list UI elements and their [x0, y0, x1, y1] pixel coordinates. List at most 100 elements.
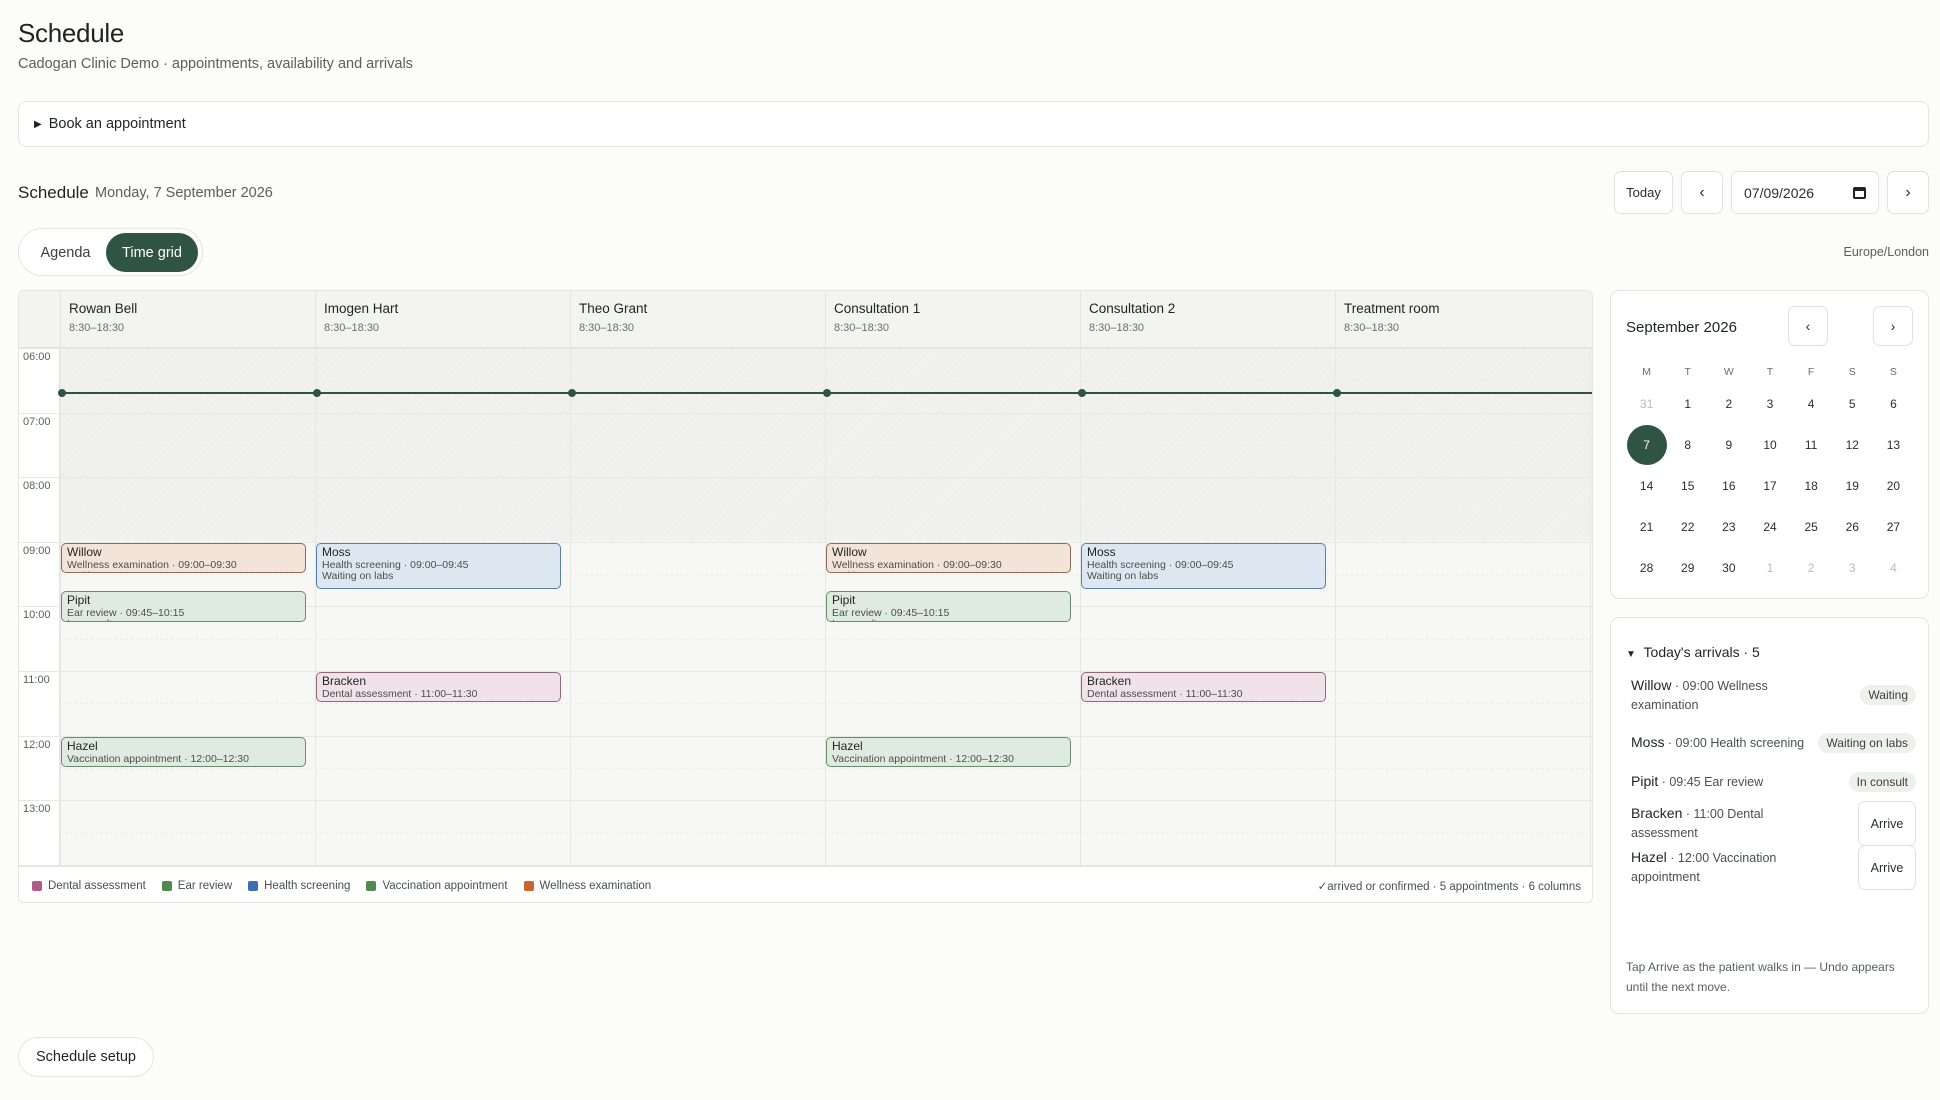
calendar-day[interactable]: 17	[1749, 465, 1790, 506]
time-label: 07:00	[23, 415, 51, 428]
half-hour-line	[60, 509, 1592, 511]
hour-line	[19, 800, 1592, 802]
appointment-detail: Dental assessment · 11:00–11:30	[322, 688, 478, 700]
calendar-day[interactable]: 9	[1708, 424, 1749, 465]
schedule-date-label: Monday, 7 September 2026	[95, 185, 273, 201]
calendar-day[interactable]: 1	[1667, 383, 1708, 424]
time-label: 09:00	[23, 544, 51, 557]
calendar-day[interactable]: 2	[1791, 547, 1832, 588]
calendar-day-number: 3	[1766, 396, 1774, 411]
next-day-button[interactable]: ›	[1887, 171, 1929, 214]
column-name: Treatment room	[1344, 301, 1440, 316]
arrive-button[interactable]: Arrive	[1858, 801, 1916, 846]
calendar-day[interactable]: 19	[1832, 465, 1873, 506]
schedule-setup-button[interactable]: Schedule setup	[18, 1037, 154, 1077]
legend-item: Vaccination appointment	[366, 880, 508, 892]
time-label: 06:00	[23, 351, 51, 363]
calendar-day[interactable]: 22	[1667, 506, 1708, 547]
calendar-day-number: 3	[1848, 560, 1856, 575]
calendar-day[interactable]: 29	[1667, 547, 1708, 588]
appointment-patient: Hazel	[832, 738, 863, 753]
appointment-block[interactable]: PipitEar review · 09:45–10:15In consult	[826, 591, 1071, 622]
calendar-day[interactable]: 26	[1832, 506, 1873, 547]
calendar-day-number: 25	[1804, 519, 1818, 534]
mini-calendar-prev-button[interactable]: ‹	[1788, 306, 1828, 346]
calendar-day-number: 19	[1845, 478, 1859, 493]
column-divider	[1080, 348, 1081, 866]
calendar-day[interactable]: 11	[1791, 424, 1832, 465]
arrivals-toggle[interactable]: ▼ Today's arrivals · 5	[1626, 644, 1760, 660]
time-grid-view-button[interactable]: Time grid	[106, 233, 198, 272]
appointment-block[interactable]: Bracken Dental assessment · 11:00–11:30	[316, 672, 561, 703]
calendar-day-number: 14	[1639, 478, 1654, 493]
calendar-day[interactable]: 5	[1832, 383, 1873, 424]
book-appointment-toggle[interactable]: ▶ Book an appointment	[18, 101, 1929, 147]
mini-calendar-next-button[interactable]: ›	[1873, 306, 1913, 346]
calendar-day[interactable]: 2	[1708, 383, 1749, 424]
calendar-day[interactable]: 4	[1873, 547, 1914, 588]
appointment-block[interactable]: Bracken Dental assessment · 11:00–11:30	[1081, 672, 1326, 703]
appointment-block[interactable]: Moss Health screening · 09:00–09:45 Waitin…	[1081, 542, 1326, 590]
chevron-left-icon: ‹	[1805, 318, 1811, 334]
calendar-day[interactable]: 20	[1873, 465, 1914, 506]
arrival-status-badge: In consult	[1848, 772, 1916, 792]
calendar-day[interactable]: 3	[1749, 383, 1790, 424]
agenda-view-button[interactable]: Agenda	[23, 233, 108, 272]
calendar-day[interactable]: 13	[1873, 424, 1914, 465]
legend-swatch	[161, 880, 172, 891]
appointment-block[interactable]: Willow Wellness examination · 09:00–09:30…	[61, 542, 306, 574]
calendar-day[interactable]: 4	[1791, 383, 1832, 424]
calendar-day[interactable]: 8	[1667, 424, 1708, 465]
calendar-day[interactable]: 3	[1832, 547, 1873, 588]
calendar-day-number: 9	[1725, 437, 1733, 452]
calendar-day-number: 1	[1766, 560, 1774, 575]
calendar-day-selected[interactable]: 7	[1626, 424, 1667, 465]
time-label: 10:00	[23, 609, 51, 622]
legend-label: Health screening	[264, 879, 351, 892]
calendar-day[interactable]: 1	[1749, 547, 1790, 588]
legend-swatch	[248, 880, 259, 891]
calendar-day[interactable]: 30	[1708, 547, 1749, 588]
legend-item: Ear review	[161, 880, 232, 892]
column-hours: 8:30–18:30	[1344, 322, 1400, 334]
calendar-day[interactable]: 18	[1791, 465, 1832, 506]
appointment-detail: Health screening · 09:00–09:45	[322, 558, 469, 571]
arrive-button[interactable]: Arrive	[1858, 845, 1916, 890]
calendar-day-number: 8	[1684, 437, 1692, 452]
calendar-day-number: 18	[1804, 478, 1818, 493]
arrival-row: Willow · 09:00 Wellness examination Waiti…	[1631, 676, 1916, 712]
calendar-day[interactable]: 21	[1626, 506, 1667, 547]
calendar-day[interactable]: 24	[1749, 506, 1790, 547]
appointment-block[interactable]: PipitEar review · 09:45–10:15In consult	[61, 591, 306, 622]
appointment-block[interactable]: Hazel Vaccination appointment · 12:00–12:…	[826, 736, 1071, 767]
date-input[interactable]: 07/09/2026	[1731, 171, 1879, 214]
arrival-patient: Willow	[1631, 676, 1672, 693]
calendar-day[interactable]: 27	[1873, 506, 1914, 547]
column-name: Imogen Hart	[324, 301, 399, 316]
calendar-day[interactable]: 6	[1873, 383, 1914, 424]
calendar-day[interactable]: 31	[1626, 383, 1667, 424]
calendar-day-number: 2	[1725, 396, 1733, 411]
legend-summary: ✓arrived or confirmed · 5 appointments ·…	[1317, 880, 1581, 893]
calendar-day[interactable]: 10	[1749, 424, 1790, 465]
calendar-day-number: 16	[1722, 478, 1736, 493]
appointment-block[interactable]: Willow Wellness examination · 09:00–09:30…	[826, 542, 1071, 574]
calendar-day[interactable]: 15	[1667, 465, 1708, 506]
appointment-block[interactable]: Moss Health screening · 09:00–09:45 Waitin…	[316, 542, 561, 590]
calendar-day[interactable]: 23	[1708, 506, 1749, 547]
calendar-day[interactable]: 16	[1708, 465, 1749, 506]
calendar-day[interactable]: 12	[1832, 424, 1873, 465]
calendar-day[interactable]: 25	[1791, 506, 1832, 547]
calendar-day[interactable]: 28	[1626, 547, 1667, 588]
prev-day-button[interactable]: ‹	[1681, 171, 1723, 214]
weekday-label: W	[1723, 366, 1734, 378]
appointment-block[interactable]: Hazel Vaccination appointment · 12:00–12:…	[61, 736, 306, 767]
appointment-patient: Moss	[322, 544, 351, 559]
today-button[interactable]: Today	[1614, 171, 1673, 214]
grid-header: Rowan Bell 8:30–18:30 Imogen Hart 8:30–18:3…	[19, 291, 1592, 348]
weekday-label: S	[1889, 366, 1897, 378]
calendar-day-number: 26	[1845, 519, 1859, 534]
calendar-day[interactable]: 14	[1626, 465, 1667, 506]
legend-items: Dental assessment Ear review Health screen…	[32, 880, 667, 892]
calendar-icon[interactable]	[1853, 186, 1866, 199]
